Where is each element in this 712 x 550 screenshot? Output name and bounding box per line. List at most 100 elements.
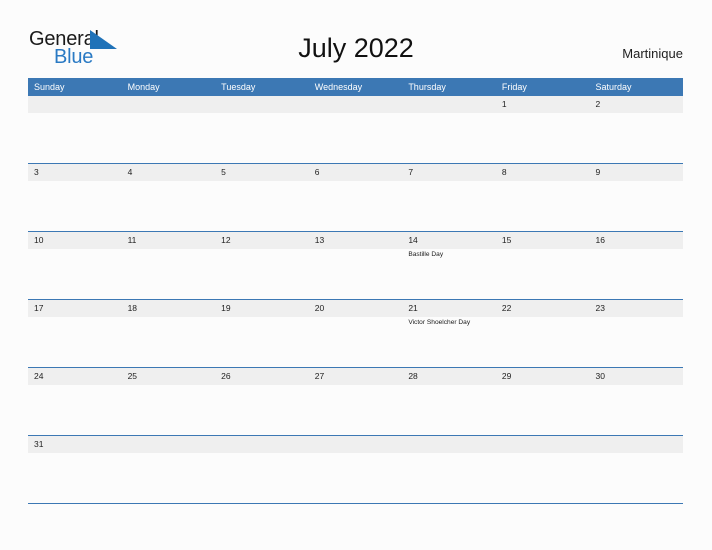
- calendar-page: General Blue July 2022 Martinique Sunday…: [0, 0, 712, 550]
- region-label: Martinique: [622, 46, 683, 61]
- day-number: 1: [501, 99, 507, 109]
- day-number: 28: [408, 371, 418, 381]
- day-number: 12: [221, 235, 231, 245]
- day-number: 30: [595, 371, 605, 381]
- day-cell[interactable]: 12: [215, 232, 309, 299]
- day-cell[interactable]: 22: [496, 300, 590, 367]
- day-cell[interactable]: 29: [496, 368, 590, 435]
- weekday-header-wednesday: Wednesday: [314, 82, 363, 92]
- calendar-grid: Sunday Monday Tuesday Wednesday Thursday…: [28, 78, 683, 504]
- page-header: General Blue July 2022 Martinique: [0, 0, 712, 78]
- calendar-week-row: 3 4 5 6 7 8 9: [28, 163, 683, 231]
- weekday-header-friday: Friday: [501, 82, 527, 92]
- calendar-week-row: 10 11 12 13 14 Bastille Day 15 16: [28, 231, 683, 299]
- day-number: 2: [595, 99, 601, 109]
- day-number: 29: [501, 371, 512, 381]
- day-cell[interactable]: 21 Victor Shoelcher Day: [402, 300, 496, 367]
- day-number: 17: [34, 303, 44, 313]
- page-title: July 2022: [298, 33, 414, 63]
- day-cell-empty: [215, 436, 309, 503]
- weekday-header-tuesday: Tuesday: [221, 82, 256, 92]
- day-cell[interactable]: 10: [28, 232, 122, 299]
- day-cell[interactable]: 28: [402, 368, 496, 435]
- day-cell[interactable]: 4: [122, 164, 216, 231]
- day-number: 11: [127, 235, 137, 245]
- day-number: 22: [501, 303, 512, 313]
- day-cell[interactable]: 20: [309, 300, 403, 367]
- day-cell-empty: [122, 96, 216, 163]
- day-number: 23: [595, 303, 605, 313]
- day-cell[interactable]: 8: [496, 164, 590, 231]
- day-cell[interactable]: 27: [309, 368, 403, 435]
- day-number: 10: [34, 235, 44, 245]
- day-cell-empty: [402, 96, 496, 163]
- day-number: 25: [127, 371, 138, 381]
- day-cell[interactable]: 31: [28, 436, 122, 503]
- week-day-cells: 31: [28, 436, 683, 503]
- day-number: 27: [314, 371, 325, 381]
- day-cell-empty: [28, 96, 122, 163]
- day-cell[interactable]: 23: [589, 300, 683, 367]
- day-number: 16: [595, 235, 605, 245]
- day-cell[interactable]: 24: [28, 368, 122, 435]
- day-cell[interactable]: 7: [402, 164, 496, 231]
- day-number: 3: [34, 167, 39, 177]
- weekday-header-sunday: Sunday: [34, 82, 65, 92]
- day-cell-empty: [215, 96, 309, 163]
- weekday-header-monday: Monday: [127, 82, 160, 92]
- day-cell-empty: [402, 436, 496, 503]
- day-number: 21: [408, 303, 418, 313]
- day-cell[interactable]: 15: [496, 232, 590, 299]
- calendar-bottom-rule: [28, 503, 683, 504]
- day-number: 13: [314, 235, 325, 245]
- day-cell[interactable]: 18: [122, 300, 216, 367]
- day-number: 7: [408, 167, 414, 177]
- weekday-header-saturday: Saturday: [595, 82, 632, 92]
- weekday-header-thursday: Thursday: [408, 82, 446, 92]
- day-cell[interactable]: 16: [589, 232, 683, 299]
- day-cell-empty: [496, 436, 590, 503]
- day-cell[interactable]: 19: [215, 300, 309, 367]
- day-number: 8: [501, 167, 507, 177]
- day-cell-empty: [589, 436, 683, 503]
- day-number: 31: [34, 439, 44, 449]
- day-cell[interactable]: 2: [589, 96, 683, 163]
- day-cell[interactable]: 14 Bastille Day: [402, 232, 496, 299]
- calendar-week-row: 24 25 26 27 28 29 30: [28, 367, 683, 435]
- day-cell-empty: [309, 436, 403, 503]
- day-cell[interactable]: 3: [28, 164, 122, 231]
- event-label: Victor Shoelcher Day: [408, 319, 471, 326]
- day-cell[interactable]: 30: [589, 368, 683, 435]
- day-cell[interactable]: 17: [28, 300, 122, 367]
- day-number: 20: [314, 303, 325, 313]
- day-number: 4: [127, 167, 133, 177]
- week-day-cells: 10 11 12 13 14 Bastille Day 15 16: [28, 232, 683, 299]
- day-events: Victor Shoelcher Day: [408, 318, 493, 327]
- calendar-weeks: 1 2 3 4 5 6 7 8 9 10 11 12 13 14 Bastille Day 15 16 17 18 1…: [28, 96, 683, 504]
- day-cell[interactable]: 13: [309, 232, 403, 299]
- day-cell-empty: [309, 96, 403, 163]
- day-cell[interactable]: 25: [122, 368, 216, 435]
- day-cell[interactable]: 1: [496, 96, 590, 163]
- day-number: 26: [221, 371, 231, 381]
- week-day-cells: 3 4 5 6 7 8 9: [28, 164, 683, 231]
- calendar-week-row: 17 18 19 20 21 Victor Shoelcher Day 22 23: [28, 299, 683, 367]
- day-cell[interactable]: 6: [309, 164, 403, 231]
- day-number: 15: [501, 235, 512, 245]
- day-cell-empty: [122, 436, 216, 503]
- day-number: 9: [595, 167, 601, 177]
- day-number: 6: [314, 167, 320, 177]
- calendar-week-row: 12: [28, 96, 683, 163]
- day-cell[interactable]: 11: [122, 232, 216, 299]
- week-day-cells: 24 25 26 27 28 29 30: [28, 368, 683, 435]
- day-number: 14: [408, 235, 418, 245]
- day-number: 24: [34, 371, 44, 381]
- day-cell[interactable]: 26: [215, 368, 309, 435]
- day-cell[interactable]: 9: [589, 164, 683, 231]
- week-day-cells: 12: [28, 96, 683, 163]
- day-cell[interactable]: 5: [215, 164, 309, 231]
- weekday-header-row: Sunday Monday Tuesday Wednesday Thursday…: [28, 78, 683, 96]
- day-number: 5: [221, 167, 226, 177]
- day-events: Bastille Day: [408, 250, 493, 259]
- event-label: Bastille Day: [408, 251, 444, 258]
